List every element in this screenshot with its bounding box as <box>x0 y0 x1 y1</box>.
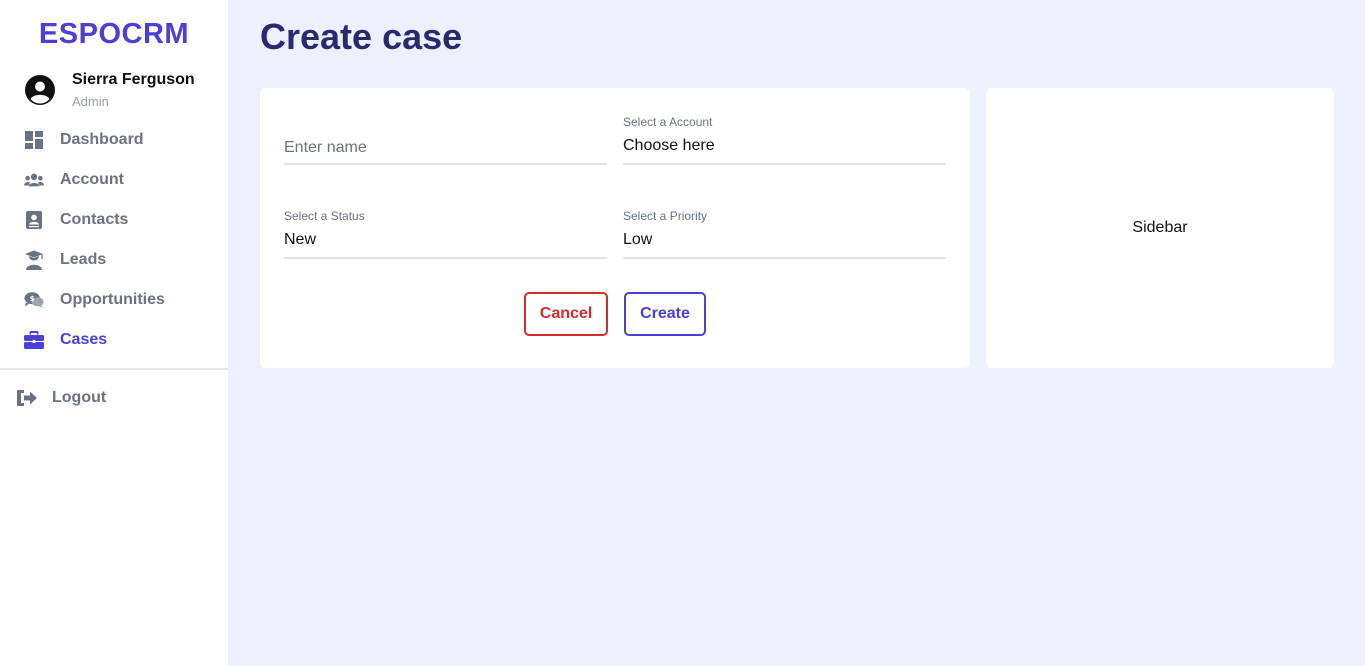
briefcase-icon <box>24 330 44 350</box>
status-select[interactable]: Select a Status New <box>284 209 607 259</box>
user-name: Sierra Ferguson <box>72 71 195 88</box>
graduate-user-icon <box>24 250 44 270</box>
name-field <box>284 115 607 165</box>
contact-card-icon <box>24 210 44 230</box>
logout-button[interactable]: Logout <box>0 380 228 416</box>
nav-item-dashboard[interactable]: Dashboard <box>0 122 228 158</box>
create-button[interactable]: Create <box>624 292 706 336</box>
logout-label: Logout <box>52 389 107 406</box>
dashboard-icon <box>24 130 44 150</box>
nav-item-leads[interactable]: Leads <box>0 242 228 278</box>
user-role: Admin <box>72 94 109 109</box>
name-input[interactable] <box>284 135 607 161</box>
nav-item-label: Account <box>60 171 124 188</box>
cancel-button[interactable]: Cancel <box>524 292 608 336</box>
account-select-label: Select a Account <box>623 115 713 129</box>
nav-item-cases[interactable]: Cases <box>0 322 228 358</box>
nav-item-label: Cases <box>60 331 108 348</box>
brand-logo[interactable]: ESPOCRM <box>0 18 228 51</box>
logout-icon <box>16 388 38 408</box>
money-chat-icon: $ <box>24 290 44 310</box>
account-select-value[interactable]: Choose here <box>623 137 715 155</box>
nav-item-account[interactable]: Account <box>0 162 228 198</box>
sidebar-divider <box>0 368 228 370</box>
users-icon <box>24 170 44 190</box>
priority-select[interactable]: Select a Priority Low <box>623 209 946 259</box>
priority-select-label: Select a Priority <box>623 209 708 223</box>
sidebar-panel: Sidebar <box>986 88 1334 368</box>
account-select[interactable]: Select a Account Choose here <box>623 115 946 165</box>
nav-item-opportunities[interactable]: $ Opportunities <box>0 282 228 318</box>
priority-select-value[interactable]: Low <box>623 231 652 249</box>
nav-item-label: Opportunities <box>60 291 165 308</box>
svg-text:$: $ <box>30 294 35 303</box>
status-select-value[interactable]: New <box>284 231 316 249</box>
user-avatar-icon[interactable] <box>24 74 56 106</box>
create-case-form: Select a Account Choose here Select a St… <box>260 88 970 368</box>
nav-item-label: Leads <box>60 251 107 268</box>
sidebar-panel-text: Sidebar <box>1132 219 1188 236</box>
nav-item-contacts[interactable]: Contacts <box>0 202 228 238</box>
nav-item-label: Contacts <box>60 211 129 228</box>
page-title: Create case <box>260 16 463 57</box>
nav-item-label: Dashboard <box>60 131 144 148</box>
sidebar: ESPOCRM Sierra Ferguson Admin Dashboard … <box>0 0 228 666</box>
status-select-label: Select a Status <box>284 209 365 223</box>
